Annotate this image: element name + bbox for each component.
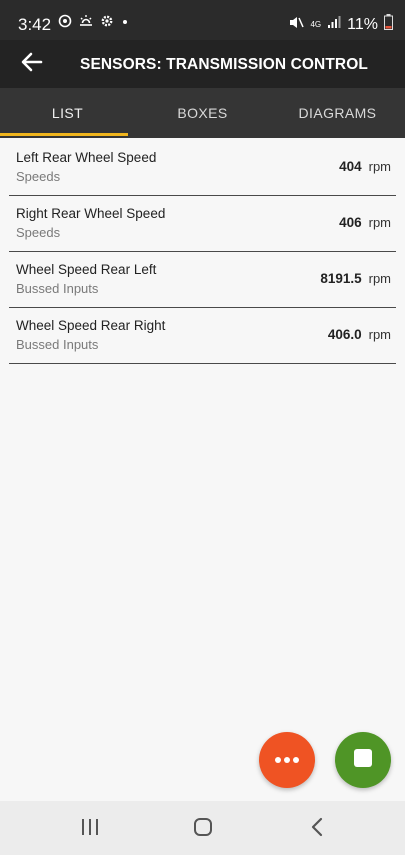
sensor-reading: 404 rpm xyxy=(339,159,391,174)
stop-square-icon xyxy=(353,748,373,773)
sensor-value: 404 xyxy=(339,159,362,174)
sensor-reading: 406.0 rpm xyxy=(328,327,391,342)
sensor-category: Speeds xyxy=(16,169,61,184)
sensor-value: 406.0 xyxy=(327,327,362,342)
home-icon xyxy=(193,817,213,842)
battery-percent: 11% xyxy=(347,15,378,33)
sensor-row[interactable]: Right Rear Wheel Speed Speeds 406 rpm xyxy=(9,196,396,252)
stop-button[interactable] xyxy=(335,732,391,788)
status-right: 4G 11% xyxy=(288,14,393,35)
system-nav-bar xyxy=(0,801,405,855)
notification-dot-icon xyxy=(120,14,130,28)
sensor-unit: rpm xyxy=(368,327,391,342)
signal-icon xyxy=(327,15,341,34)
settings-gear-icon xyxy=(100,14,114,28)
tab-diagrams[interactable]: DIAGRAMS xyxy=(270,88,405,138)
recents-icon xyxy=(80,818,100,841)
tab-boxes[interactable]: BOXES xyxy=(135,88,270,138)
tab-label: LIST xyxy=(51,105,84,121)
home-button[interactable] xyxy=(187,815,219,843)
tab-list[interactable]: LIST xyxy=(0,88,135,138)
network-type: 4G xyxy=(310,19,322,29)
sensor-value: 406 xyxy=(339,215,362,230)
back-button[interactable] xyxy=(16,50,48,78)
sensor-reading: 406 rpm xyxy=(339,215,391,230)
sensor-category: Bussed Inputs xyxy=(16,337,99,352)
tab-label: BOXES xyxy=(177,105,228,121)
sensor-name: Wheel Speed Rear Left xyxy=(16,262,157,277)
page-title: SENSORS: TRANSMISSION CONTROL xyxy=(80,56,368,73)
sensor-row[interactable]: Left Rear Wheel Speed Speeds 404 rpm xyxy=(9,140,396,196)
sensor-category: Bussed Inputs xyxy=(16,281,99,296)
sensor-row[interactable]: Wheel Speed Rear Left Bussed Inputs 8191… xyxy=(9,252,396,308)
app-bar: SENSORS: TRANSMISSION CONTROL xyxy=(0,40,405,88)
more-horizontal-icon xyxy=(274,751,300,769)
tab-bar: LIST BOXES DIAGRAMS xyxy=(0,88,405,138)
sensor-row[interactable]: Wheel Speed Rear Right Bussed Inputs 406… xyxy=(9,308,396,364)
chevron-left-icon xyxy=(310,817,324,842)
more-options-button[interactable] xyxy=(259,732,315,788)
system-back-button[interactable] xyxy=(301,815,333,843)
tab-label: DIAGRAMS xyxy=(298,105,377,121)
mute-icon xyxy=(288,15,305,35)
sensor-value: 8191.5 xyxy=(320,271,362,286)
sync-icon xyxy=(58,14,72,28)
sensor-name: Right Rear Wheel Speed xyxy=(16,206,166,221)
status-time: 3:42 xyxy=(18,15,52,34)
weather-icon xyxy=(78,14,94,28)
sensor-unit: rpm xyxy=(368,215,391,230)
sensor-list: Left Rear Wheel Speed Speeds 404 rpm Rig… xyxy=(9,140,396,364)
sensor-category: Speeds xyxy=(16,225,61,240)
back-arrow-icon xyxy=(21,52,43,77)
active-tab-indicator xyxy=(0,133,128,136)
status-left-icons xyxy=(58,14,130,28)
battery-icon xyxy=(384,14,393,35)
recents-button[interactable] xyxy=(74,815,106,843)
sensor-unit: rpm xyxy=(368,159,391,174)
sensor-unit: rpm xyxy=(368,271,391,286)
sensor-name: Wheel Speed Rear Right xyxy=(16,318,166,333)
sensor-name: Left Rear Wheel Speed xyxy=(16,150,157,165)
sensor-reading: 8191.5 rpm xyxy=(320,271,391,286)
